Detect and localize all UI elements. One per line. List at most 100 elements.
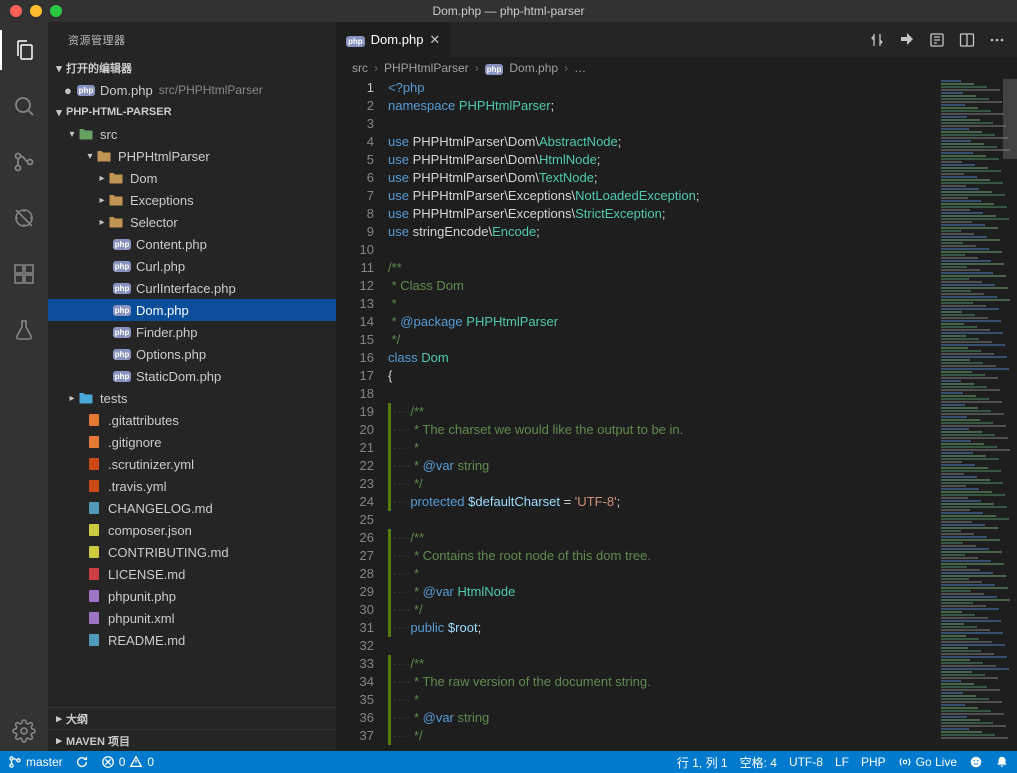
tree-item-label: CHANGELOG.md [108,501,213,516]
file-icon [86,632,102,648]
tabs-row: php Dom.php ✕ [336,22,1017,57]
file-composer-json[interactable]: composer.json [48,519,336,541]
tree-item-label: Selector [130,215,178,230]
file-icon: php [114,368,130,384]
compare-changes-icon[interactable] [869,32,885,48]
open-editor-filename: Dom.php [100,83,153,98]
php-file-icon: php [346,32,365,47]
settings-gear-icon[interactable] [0,711,48,751]
maven-section[interactable]: ▸ MAVEN 项目 [48,729,336,751]
file-icon: php [114,324,130,340]
file-phpunit-xml[interactable]: phpunit.xml [48,607,336,629]
go-live-button[interactable]: Go Live [898,755,957,769]
extensions-icon[interactable] [0,254,48,294]
file--scrutinizer-yml[interactable]: .scrutinizer.yml [48,453,336,475]
git-branch[interactable]: master [8,755,63,769]
notifications-icon[interactable] [995,755,1009,769]
line-numbers: 1234567891011121314151617181920212223242… [336,79,388,751]
indentation[interactable]: 空格: 4 [740,754,777,771]
file--gitattributes[interactable]: .gitattributes [48,409,336,431]
file-icon [78,126,94,142]
breadcrumb-item[interactable]: PHPHtmlParser [384,61,469,75]
tree-item-label: README.md [108,633,185,648]
cursor-position[interactable]: 行 1, 列 1 [677,754,728,771]
folder-selector[interactable]: ▸ Selector [48,211,336,233]
explorer-icon[interactable] [0,30,48,70]
chevron-right-icon: ▸ [66,393,78,404]
open-editor-item[interactable]: ● php Dom.php src/PHPHtmlParser [48,79,336,101]
file-icon: php [114,302,130,318]
open-editors-section[interactable]: ▾ 打开的编辑器 [48,57,336,79]
file-icon [86,522,102,538]
tree-item-label: Dom.php [136,303,189,318]
file-Dom-php[interactable]: php Dom.php [48,299,336,321]
debug-icon[interactable] [0,198,48,238]
breadcrumb-item[interactable]: … [574,61,586,75]
file-phpunit-php[interactable]: phpunit.php [48,585,336,607]
breadcrumb-item[interactable]: Dom.php [509,61,558,75]
tree-item-label: PHPHtmlParser [118,149,210,164]
folder-tests[interactable]: ▸ tests [48,387,336,409]
file-CurlInterface-php[interactable]: php CurlInterface.php [48,277,336,299]
folder-exceptions[interactable]: ▸ Exceptions [48,189,336,211]
open-editors-label: 打开的编辑器 [66,60,132,76]
folder-dom[interactable]: ▸ Dom [48,167,336,189]
source-control-icon[interactable] [0,142,48,182]
eol[interactable]: LF [835,755,849,769]
feedback-icon[interactable] [969,755,983,769]
file--travis-yml[interactable]: .travis.yml [48,475,336,497]
file-CONTRIBUTING-md[interactable]: CONTRIBUTING.md [48,541,336,563]
sidebar-title: 资源管理器 [48,22,336,57]
file-Finder-php[interactable]: php Finder.php [48,321,336,343]
language-mode[interactable]: PHP [861,755,886,769]
file-icon: php [114,346,130,362]
chevron-down-icon: ▾ [66,129,78,140]
code-content[interactable]: <?phpnamespace PHPHtmlParser;use PHPHtml… [388,79,1017,751]
file-StaticDom-php[interactable]: php StaticDom.php [48,365,336,387]
file-icon [86,610,102,626]
outline-section[interactable]: ▸ 大纲 [48,707,336,729]
file-icon: php [114,236,130,252]
chevron-down-icon: ▾ [52,62,66,75]
file-icon [86,500,102,516]
workspace-section[interactable]: ▾ PHP-HTML-PARSER [48,101,336,123]
file-icon [96,148,112,164]
file-Content-php[interactable]: php Content.php [48,233,336,255]
open-preview-icon[interactable] [929,32,945,48]
close-tab-icon[interactable]: ✕ [429,32,440,48]
file--gitignore[interactable]: .gitignore [48,431,336,453]
encoding[interactable]: UTF-8 [789,755,823,769]
file-README-md[interactable]: README.md [48,629,336,651]
editor-actions [869,22,1017,57]
problems-button[interactable]: 0 0 [101,755,154,769]
vertical-scrollbar[interactable] [1003,79,1017,751]
tree-item-label: composer.json [108,523,192,538]
chevron-right-icon: ▸ [96,195,108,206]
more-actions-icon[interactable] [989,32,1005,48]
file-Curl-php[interactable]: php Curl.php [48,255,336,277]
tree-item-label: Content.php [136,237,207,252]
folder-src[interactable]: ▾ src [48,123,336,145]
split-editor-icon[interactable] [959,32,975,48]
code-editor[interactable]: 1234567891011121314151617181920212223242… [336,79,1017,751]
test-icon[interactable] [0,310,48,350]
file-icon [78,390,94,406]
sync-button[interactable] [75,755,89,769]
search-icon[interactable] [0,86,48,126]
explorer-sidebar: 资源管理器 ▾ 打开的编辑器 ● php Dom.php src/PHPHtml… [48,22,336,751]
tab-label: Dom.php [371,32,424,47]
file-CHANGELOG-md[interactable]: CHANGELOG.md [48,497,336,519]
tree-item-label: StaticDom.php [136,369,221,384]
scroll-thumb[interactable] [1003,79,1017,159]
activity-bar [0,22,48,751]
folder-phphtmlparser[interactable]: ▾ PHPHtmlParser [48,145,336,167]
tree-item-label: .gitignore [108,435,161,450]
breadcrumbs[interactable]: src› PHPHtmlParser› php Dom.php› … [336,57,1017,79]
tree-item-label: LICENSE.md [108,567,185,582]
tab-dom-php[interactable]: php Dom.php ✕ [336,22,451,57]
breadcrumb-item[interactable]: src [352,61,368,75]
open-changes-icon[interactable] [899,32,915,48]
file-LICENSE-md[interactable]: LICENSE.md [48,563,336,585]
file-Options-php[interactable]: php Options.php [48,343,336,365]
tree-item-label: Dom [130,171,157,186]
